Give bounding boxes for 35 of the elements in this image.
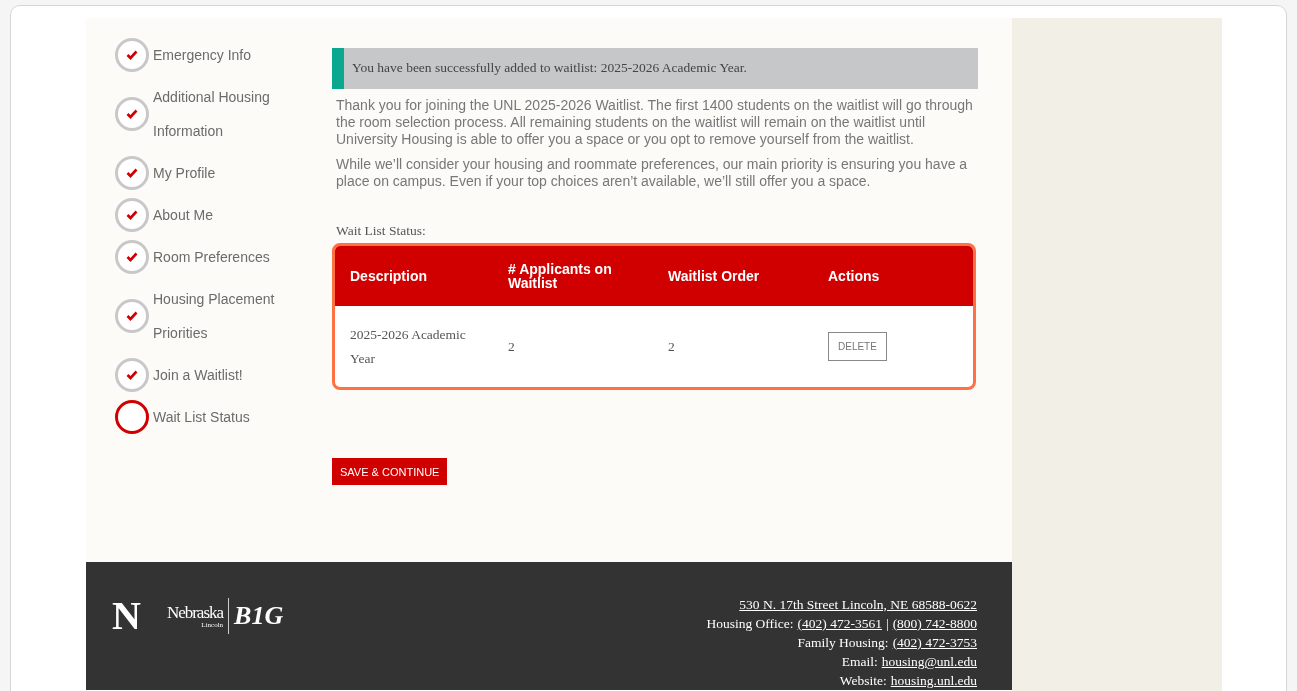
delete-button[interactable]: DELETE bbox=[828, 332, 887, 362]
sidebar-item[interactable]: My Profile bbox=[153, 156, 298, 190]
footer-link[interactable]: housing.unl.edu bbox=[890, 671, 977, 690]
sidebar-item[interactable]: Additional Housing Information bbox=[153, 80, 298, 148]
footer-link[interactable]: 530 N. 17th Street Lincoln, NE 68588-0622 bbox=[739, 595, 977, 614]
success-alert: You have been successfully added to waitlist: 2025-2026 Academic Year. bbox=[332, 48, 978, 89]
table-label: Wait List Status: bbox=[335, 222, 427, 240]
logo-wordmark: Nebraska bbox=[166, 603, 224, 621]
sidebar-item[interactable]: Housing Placement Priorities bbox=[153, 282, 298, 350]
footer-text: Housing Office: bbox=[706, 615, 794, 633]
footer-text: Family Housing: bbox=[797, 634, 889, 652]
column-header: Description bbox=[350, 269, 428, 284]
conference-logo: B1G bbox=[234, 603, 284, 629]
column-header: # Applicants on Waitlist bbox=[508, 262, 613, 291]
footer-text: Website: bbox=[839, 672, 887, 690]
sidebar-item[interactable]: Emergency Info bbox=[153, 38, 298, 72]
info-paragraph: Thank you for joining the UNL 2025-2026 Waitlist. The first 1400 students on the waitlist will go through the room selection process. All remaining students on the waitlist will remain on the waitlist until University Housing is able to offer you a space or you opt to remove yourself from the waitlist. bbox=[335, 97, 974, 148]
logo-mark: N bbox=[112, 596, 141, 636]
footer-link[interactable]: (800) 742-8800 bbox=[892, 614, 977, 633]
footer-text: Email: bbox=[841, 653, 878, 671]
save-continue-button[interactable]: SAVE & CONTINUE bbox=[332, 458, 448, 486]
column-header: Waitlist Order bbox=[668, 269, 761, 284]
sidebar-item[interactable]: Room Preferences bbox=[153, 240, 298, 274]
table-cell-text: 2025-2026 Academic Year bbox=[350, 325, 467, 368]
footer-link[interactable]: (402) 472-3753 bbox=[892, 633, 977, 652]
table-cell-text: 2 bbox=[508, 337, 516, 356]
sidebar-item[interactable]: About Me bbox=[153, 198, 298, 232]
sidebar-item[interactable]: Wait List Status bbox=[153, 400, 298, 434]
table-cell-text: 2 bbox=[668, 337, 676, 356]
footer-link[interactable]: (402) 472-3561 bbox=[797, 614, 882, 633]
footer-text: | bbox=[885, 615, 889, 633]
info-paragraph: While we’ll consider your housing and roommate preferences, our main priority is ensuring you have a place on campus. Even if your top choices aren’t available, we’ll still offer you a space. bbox=[335, 156, 969, 190]
footer-link[interactable]: housing@unl.edu bbox=[881, 652, 977, 671]
sidebar-item[interactable]: Join a Waitlist! bbox=[153, 358, 298, 392]
column-header: Actions bbox=[828, 269, 881, 284]
